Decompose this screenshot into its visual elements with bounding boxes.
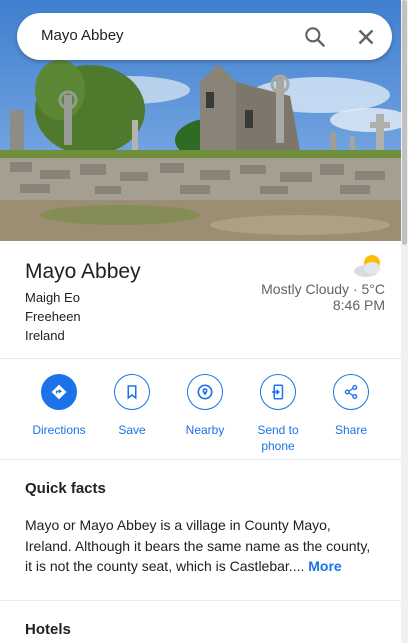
search-icon[interactable] xyxy=(302,24,328,50)
address-line: Maigh Eo xyxy=(25,290,80,305)
send-to-phone-label: Send to phone xyxy=(241,422,315,454)
address-line: Ireland xyxy=(25,328,65,343)
bookmark-icon xyxy=(114,374,150,410)
weather-condition: Mostly Cloudy · 5°C xyxy=(261,281,385,297)
send-to-phone-icon xyxy=(260,374,296,410)
hotels-heading: Hotels xyxy=(25,621,71,638)
share-label: Share xyxy=(334,423,368,437)
address-line: Freeheen xyxy=(25,309,81,324)
send-to-phone-button[interactable]: Send to phone xyxy=(241,374,315,454)
weather-time: 8:46 PM xyxy=(332,297,385,313)
nearby-label: Nearby xyxy=(185,423,225,437)
close-icon[interactable] xyxy=(353,24,379,50)
directions-label: Directions xyxy=(32,423,86,437)
nearby-button[interactable]: Nearby xyxy=(168,374,242,438)
scrollbar[interactable] xyxy=(401,0,408,643)
divider xyxy=(0,600,401,601)
directions-icon xyxy=(41,374,77,410)
place-panel: Mayo Abbey Maigh Eo Freeheen Ireland Mos… xyxy=(0,241,401,643)
save-button[interactable]: Save xyxy=(95,374,169,438)
more-link[interactable]: More xyxy=(308,558,341,574)
share-button[interactable]: Share xyxy=(314,374,388,438)
place-title: Mayo Abbey xyxy=(25,260,141,283)
quick-facts-heading: Quick facts xyxy=(25,480,106,497)
share-icon xyxy=(333,374,369,410)
partly-cloudy-icon xyxy=(352,253,386,279)
divider xyxy=(0,459,401,460)
directions-button[interactable]: Directions xyxy=(22,374,96,438)
send-to-phone-label-line2: phone xyxy=(261,439,295,453)
search-input[interactable]: Mayo Abbey xyxy=(41,27,124,44)
divider xyxy=(0,358,401,359)
quick-facts-text: Mayo or Mayo Abbey is a village in Count… xyxy=(25,515,380,577)
send-to-phone-label-line1: Send to xyxy=(257,423,299,437)
scrollbar-thumb[interactable] xyxy=(402,0,407,245)
search-box[interactable]: Mayo Abbey xyxy=(17,13,392,60)
nearby-icon xyxy=(187,374,223,410)
save-label: Save xyxy=(118,423,146,437)
